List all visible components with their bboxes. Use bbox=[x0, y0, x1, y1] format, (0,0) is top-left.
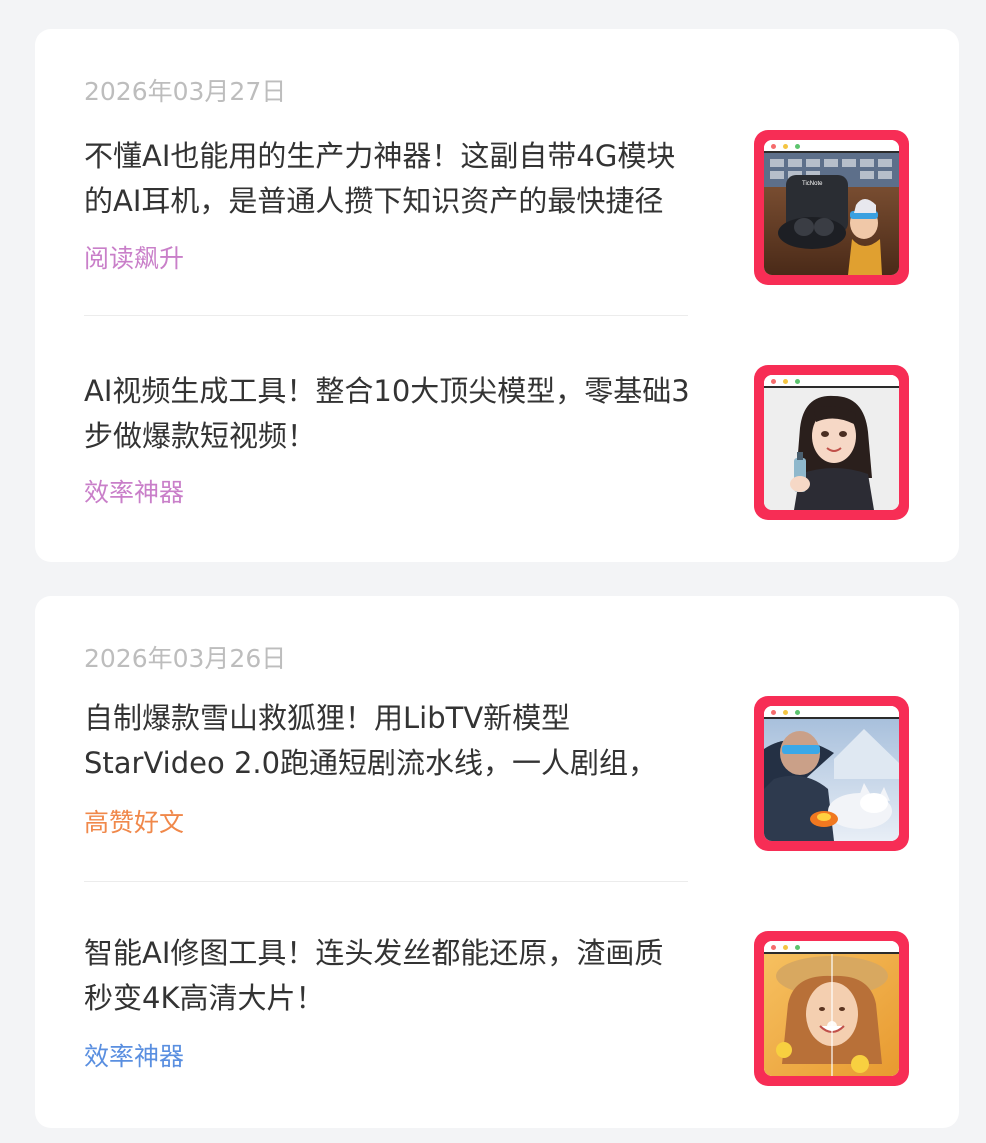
snow-fox-thumbnail bbox=[764, 719, 899, 841]
window-title-bar bbox=[764, 140, 899, 153]
window-title-bar bbox=[764, 375, 899, 388]
article-tag[interactable]: 阅读飙升 bbox=[84, 243, 184, 275]
article-item[interactable]: 智能AI修图工具！连头发丝都能还原，渣画质秒变4K高清大片！ 效率神器 bbox=[35, 931, 959, 1131]
article-divider bbox=[84, 881, 688, 882]
window-dot-yellow-icon bbox=[783, 710, 788, 715]
window-dot-red-icon bbox=[771, 144, 776, 149]
window-dot-red-icon bbox=[771, 379, 776, 384]
window-title-bar bbox=[764, 941, 899, 954]
article-tag[interactable]: 高赞好文 bbox=[84, 807, 184, 839]
window-dot-red-icon bbox=[771, 945, 776, 950]
article-item[interactable]: AI视频生成工具！整合10大顶尖模型，零基础3步做爆款短视频！ 效率神器 bbox=[35, 365, 959, 565]
earbuds-thumbnail: TicNote bbox=[764, 153, 899, 275]
thumbnail-window bbox=[764, 706, 899, 841]
smiling-woman-thumbnail bbox=[764, 954, 899, 1076]
window-dot-yellow-icon bbox=[783, 144, 788, 149]
article-title[interactable]: 自制爆款雪山救狐狸！用LibTV新模型StarVideo 2.0跑通短剧流水线，… bbox=[84, 696, 692, 786]
article-thumbnail[interactable] bbox=[754, 365, 909, 520]
article-item[interactable]: 不懂AI也能用的生产力神器！这副自带4G模块的AI耳机，是普通人攒下知识资产的最… bbox=[35, 130, 959, 330]
thumbnail-brand-text: TicNote bbox=[802, 181, 823, 187]
group-date: 2026年03月27日 bbox=[84, 77, 287, 106]
window-title-bar bbox=[764, 706, 899, 719]
thumbnail-window bbox=[764, 375, 899, 510]
article-thumbnail[interactable] bbox=[754, 696, 909, 851]
article-tag[interactable]: 效率神器 bbox=[84, 477, 184, 509]
window-dot-green-icon bbox=[795, 379, 800, 384]
article-divider bbox=[84, 315, 688, 316]
article-title[interactable]: AI视频生成工具！整合10大顶尖模型，零基础3步做爆款短视频！ bbox=[84, 369, 692, 459]
window-dot-green-icon bbox=[795, 144, 800, 149]
window-dot-red-icon bbox=[771, 710, 776, 715]
window-dot-yellow-icon bbox=[783, 945, 788, 950]
article-thumbnail[interactable] bbox=[754, 931, 909, 1086]
window-dot-green-icon bbox=[795, 945, 800, 950]
group-date: 2026年03月26日 bbox=[84, 644, 287, 673]
date-group-card: 2026年03月26日 自制爆款雪山救狐狸！用LibTV新模型StarVideo… bbox=[35, 596, 959, 1128]
date-group-card: 2026年03月27日 不懂AI也能用的生产力神器！这副自带4G模块的AI耳机，… bbox=[35, 29, 959, 562]
article-title[interactable]: 智能AI修图工具！连头发丝都能还原，渣画质秒变4K高清大片！ bbox=[84, 931, 692, 1021]
woman-portrait-thumbnail bbox=[764, 388, 899, 510]
window-dot-green-icon bbox=[795, 710, 800, 715]
article-thumbnail[interactable]: TicNote bbox=[754, 130, 909, 285]
window-dot-yellow-icon bbox=[783, 379, 788, 384]
article-title[interactable]: 不懂AI也能用的生产力神器！这副自带4G模块的AI耳机，是普通人攒下知识资产的最… bbox=[84, 134, 692, 224]
article-tag[interactable]: 效率神器 bbox=[84, 1041, 184, 1073]
thumbnail-window: TicNote bbox=[764, 140, 899, 275]
thumbnail-window bbox=[764, 941, 899, 1076]
article-item[interactable]: 自制爆款雪山救狐狸！用LibTV新模型StarVideo 2.0跑通短剧流水线，… bbox=[35, 696, 959, 896]
